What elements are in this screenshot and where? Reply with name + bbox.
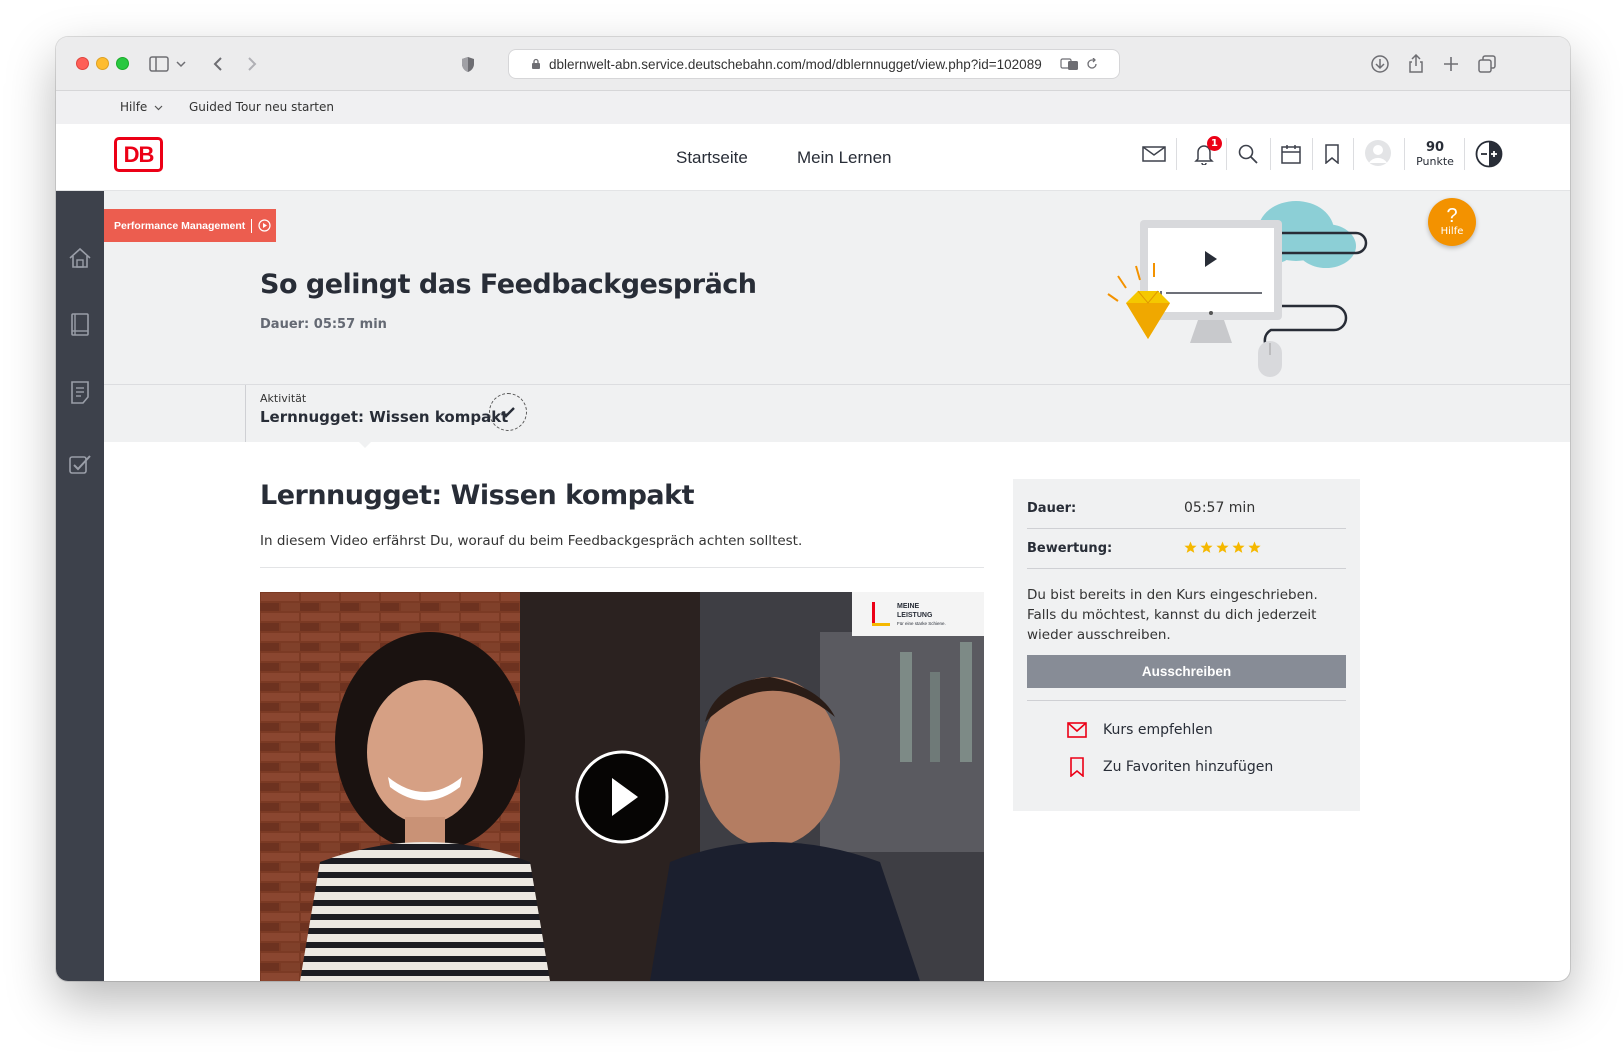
course-duration: Dauer: 05:57 min [260,317,387,332]
header-divider [1404,138,1405,170]
home-icon[interactable] [68,247,92,273]
header-divider [1464,138,1465,170]
enrolled-text: Du bist bereits in den Kurs eingeschrieb… [1027,587,1318,643]
duration-label: Dauer: [1027,501,1077,516]
video-logo-line3: Für eine starke Schiene. [897,621,946,626]
notification-bell-icon[interactable]: 1 [1190,136,1222,167]
play-circle-icon [258,219,271,232]
course-info-panel: Dauer: 05:57 min Bewertung: Du bist bere… [1013,479,1360,811]
rating-stars [1184,541,1264,555]
lesson-description: In diesem Video erfährst Du, worauf du b… [260,533,803,549]
add-favorites-link[interactable]: Zu Favoriten hinzufügen [1067,757,1273,777]
rating-label: Bewertung: [1027,541,1113,556]
minimize-window-button[interactable] [96,57,109,70]
lesson-title: Lernnugget: Wissen kompakt [260,480,695,511]
recommend-course-label: Kurs empfehlen [1103,722,1213,738]
mail-icon [1067,722,1087,738]
checkbox-icon[interactable] [68,453,92,479]
header-divider [1270,138,1271,170]
utility-bar: Hilfe Guided Tour neu starten [56,91,1570,124]
points-value: 90 [1425,140,1445,155]
content-divider [260,567,984,568]
header-divider [1312,138,1313,170]
sidebar-toggle-icon[interactable] [147,53,171,75]
mail-icon[interactable] [1140,141,1168,167]
star-icon [1248,541,1261,553]
video-illustration [1107,201,1368,377]
download-icon[interactable] [1368,53,1392,75]
panel-divider [1027,528,1346,529]
category-tag-label: Performance Management [114,219,246,232]
header-divider [1176,138,1177,170]
nav-mein-lernen[interactable]: Mein Lernen [797,148,892,168]
nav-startseite[interactable]: Startseite [676,148,748,168]
bookmark-icon [1070,757,1084,777]
forward-icon[interactable] [240,53,264,75]
course-title: So gelingt das Feedbackgespräch [260,269,757,300]
activity-pointer [358,441,372,448]
notes-icon[interactable] [70,381,90,409]
question-icon: ? [1446,205,1458,227]
add-circle-icon[interactable] [1474,139,1504,169]
star-icon [1216,541,1229,553]
lock-icon [532,58,540,69]
points-label: Punkte [1416,155,1454,168]
video-logo-line2: LEISTUNG [897,612,933,619]
bookmark-icon[interactable] [1318,141,1346,167]
guided-tour-link[interactable]: Guided Tour neu starten [189,100,334,114]
url-text: dblernwelt-abn.service.deutschebahn.com/… [549,56,1042,72]
avatar[interactable] [1363,138,1393,168]
duration-value: 05:57 min [1184,500,1256,516]
activity-title[interactable]: Lernnugget: Wissen kompakt [260,408,508,426]
add-favorites-label: Zu Favoriten hinzufügen [1103,759,1274,775]
panel-divider [1027,700,1346,701]
address-bar[interactable]: dblernwelt-abn.service.deutschebahn.com/… [508,49,1120,79]
header-divider [1226,138,1227,170]
notification-badge: 1 [1207,136,1222,151]
activity-divider [245,385,246,442]
left-rail [56,91,104,981]
shield-icon[interactable] [456,53,480,75]
category-tag[interactable]: Performance Management [104,209,276,242]
close-window-button[interactable] [76,57,89,70]
new-tab-icon[interactable] [1439,53,1463,75]
book-icon[interactable] [70,313,90,341]
video-logo-line1: MEINE [897,603,920,610]
maximize-window-button[interactable] [116,57,129,70]
chevron-down-icon[interactable] [174,53,188,75]
unsubscribe-button[interactable]: Ausschreiben [1027,655,1346,688]
search-icon[interactable] [1234,141,1262,167]
panel-divider [1027,568,1346,569]
help-dropdown-label: Hilfe [120,100,148,114]
calendar-icon[interactable] [1277,141,1305,167]
browser-window: dblernwelt-abn.service.deutschebahn.com/… [56,37,1570,981]
help-badge-label: Hilfe [1440,226,1464,237]
back-icon[interactable] [206,53,230,75]
help-badge[interactable]: ? Hilfe [1428,198,1476,246]
activity-label: Aktivität [260,392,307,405]
tab-overview-icon[interactable] [1475,53,1499,75]
reload-icon[interactable] [1086,58,1098,70]
translate-icon[interactable] [1060,57,1080,71]
chevron-down-icon [154,105,163,111]
recommend-course-link[interactable]: Kurs empfehlen [1067,722,1213,738]
star-icon [1200,541,1213,553]
share-icon[interactable] [1404,53,1428,75]
browser-toolbar: dblernwelt-abn.service.deutschebahn.com/… [56,37,1570,91]
help-dropdown[interactable]: Hilfe [120,100,163,114]
header-divider [1353,138,1354,170]
star-icon [1184,541,1197,553]
star-icon [1232,541,1245,553]
db-logo[interactable]: DB [114,137,163,172]
activity-complete-icon[interactable] [489,393,527,431]
play-button[interactable] [577,752,669,844]
points-display[interactable]: 90 Punkte [1410,140,1460,168]
